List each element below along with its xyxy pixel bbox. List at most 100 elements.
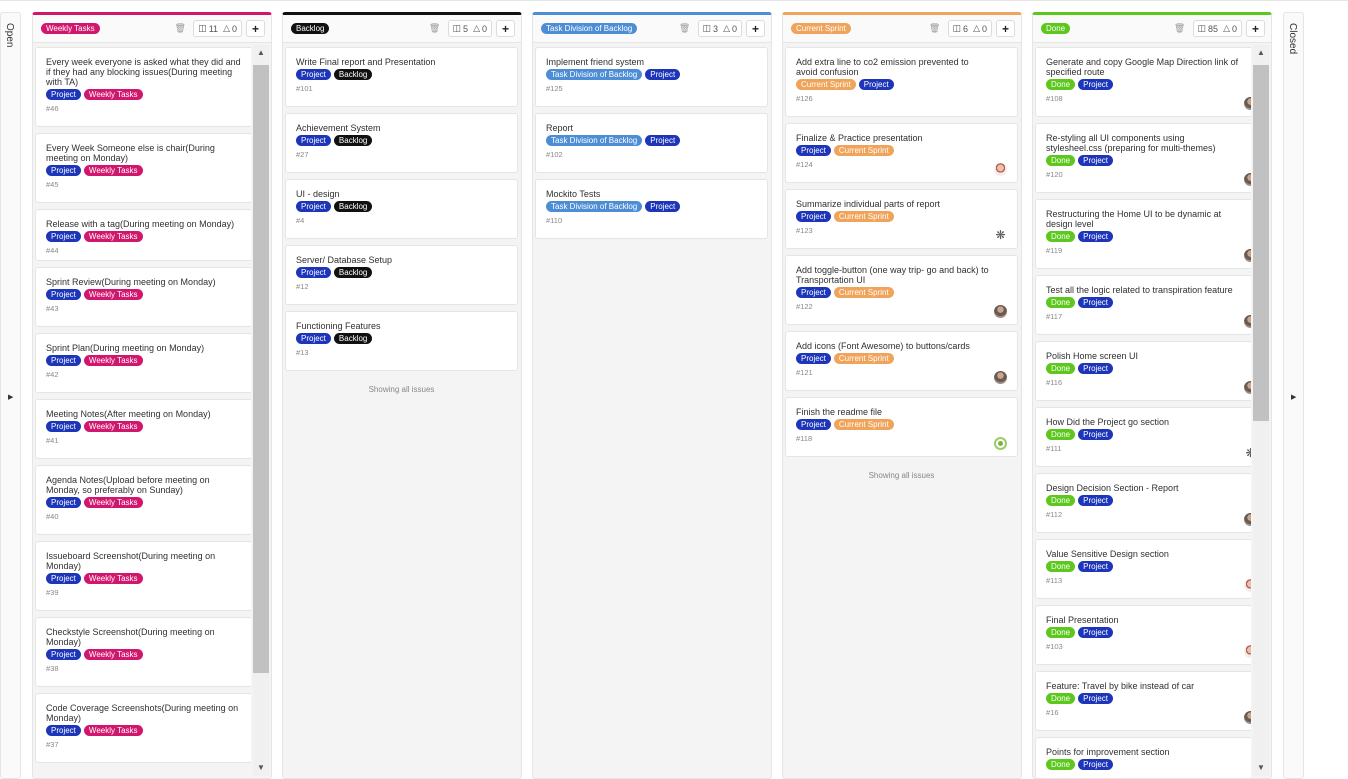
issue-title[interactable]: Write Final report and Presentation — [296, 57, 492, 67]
add-issue-button[interactable]: + — [746, 20, 765, 37]
issue-label[interactable]: Weekly Tasks — [83, 497, 143, 508]
issue-label[interactable]: Project — [1078, 297, 1114, 308]
issue-label[interactable]: Done — [1046, 561, 1076, 572]
issue-title[interactable]: Implement friend system — [546, 57, 742, 67]
issue-card[interactable]: Add extra line to co2 emission prevented… — [785, 47, 1018, 117]
issue-card[interactable]: Meeting Notes(After meeting on Monday) P… — [35, 399, 251, 459]
list-label[interactable]: Weekly Tasks — [41, 23, 100, 34]
issue-card[interactable]: Restructuring the Home UI to be dynamic … — [1035, 199, 1251, 269]
issue-card[interactable]: Add icons (Font Awesome) to buttons/card… — [785, 331, 1018, 391]
issue-label[interactable]: Task Division of Backlog — [546, 69, 643, 80]
issue-label[interactable]: Project — [296, 69, 331, 80]
issue-card[interactable]: Generate and copy Google Map Direction l… — [1035, 47, 1251, 117]
issue-label[interactable]: Project — [46, 649, 81, 660]
issue-card[interactable]: Write Final report and Presentation Proj… — [285, 47, 518, 107]
assignee-avatar[interactable] — [1244, 173, 1251, 186]
closed-list-collapsed[interactable]: Closed ▶ — [1283, 12, 1304, 779]
issue-card[interactable]: Release with a tag(During meeting on Mon… — [35, 209, 251, 261]
scroll-down-icon[interactable]: ▼ — [257, 763, 265, 772]
issue-label[interactable]: Project — [1078, 79, 1114, 90]
issue-card[interactable]: Value Sensitive Design section Done Proje… — [1035, 539, 1251, 599]
assignee-avatar[interactable]: ❋ — [994, 229, 1007, 242]
delete-list-icon[interactable]: 🗑 — [1174, 23, 1185, 34]
issue-card[interactable]: Re-styling all UI components using style… — [1035, 123, 1251, 193]
issue-card[interactable]: Report Task Division of Backlog Project #… — [535, 113, 768, 173]
issue-label[interactable]: Project — [46, 497, 81, 508]
assignee-avatar[interactable] — [1244, 249, 1251, 262]
scroll-up-icon[interactable]: ▲ — [257, 48, 265, 57]
issue-title[interactable]: Agenda Notes(Upload before meeting on Mo… — [46, 475, 242, 495]
assignee-avatar[interactable] — [1244, 315, 1251, 328]
issue-label[interactable]: Project — [796, 211, 831, 222]
scroll-up-icon[interactable]: ▲ — [1257, 48, 1265, 57]
issue-title[interactable]: Achievement System — [296, 123, 492, 133]
issue-label[interactable]: Project — [1078, 363, 1114, 374]
issue-title[interactable]: Server/ Database Setup — [296, 255, 492, 265]
issue-label[interactable]: Project — [645, 69, 681, 80]
assignee-avatar[interactable] — [994, 163, 1007, 176]
assignee-avatar[interactable] — [1244, 645, 1251, 658]
issue-label[interactable]: Project — [1078, 495, 1114, 506]
issue-label[interactable]: Done — [1046, 759, 1076, 770]
issue-title[interactable]: Test all the logic related to transpirat… — [1046, 285, 1242, 295]
issue-label[interactable]: Project — [796, 353, 831, 364]
scrollbar-thumb[interactable] — [253, 65, 269, 673]
issue-card[interactable]: Code Coverage Screenshots(During meeting… — [35, 693, 251, 763]
issue-card[interactable]: Implement friend system Task Division of… — [535, 47, 768, 107]
expand-closed-icon[interactable]: ▶ — [1291, 393, 1296, 401]
issue-label[interactable]: Project — [796, 145, 831, 156]
issue-title[interactable]: Sprint Review(During meeting on Monday) — [46, 277, 242, 287]
scroll-down-icon[interactable]: ▼ — [1257, 763, 1265, 772]
issue-title[interactable]: Functioning Features — [296, 321, 492, 331]
issue-label[interactable]: Weekly Tasks — [83, 231, 143, 242]
list-label[interactable]: Task Division of Backlog — [541, 23, 638, 34]
issue-label[interactable]: Backlog — [333, 333, 373, 344]
issue-label[interactable]: Weekly Tasks — [83, 649, 143, 660]
issue-label[interactable]: Project — [1078, 561, 1114, 572]
issue-label[interactable]: Done — [1046, 297, 1076, 308]
issue-card[interactable]: Summarize individual parts of report Pro… — [785, 189, 1018, 249]
issue-title[interactable]: Mockito Tests — [546, 189, 742, 199]
issue-label[interactable]: Done — [1046, 155, 1076, 166]
issue-card[interactable]: Add toggle-button (one way trip- go and … — [785, 255, 1018, 325]
add-issue-button[interactable]: + — [996, 20, 1015, 37]
issue-card[interactable]: Feature: Travel by bike instead of car D… — [1035, 671, 1251, 731]
expand-open-icon[interactable]: ▶ — [8, 393, 13, 401]
issue-label[interactable]: Project — [1078, 693, 1114, 704]
assignee-avatar[interactable]: ❋ — [1244, 447, 1251, 460]
issue-title[interactable]: Add toggle-button (one way trip- go and … — [796, 265, 992, 285]
issue-card[interactable]: Sprint Review(During meeting on Monday) … — [35, 267, 251, 327]
list-label[interactable]: Backlog — [291, 23, 330, 34]
issue-title[interactable]: Every week everyone is asked what they d… — [46, 57, 242, 87]
issue-label[interactable]: Project — [796, 419, 831, 430]
issue-label[interactable]: Project — [46, 231, 81, 242]
open-list-collapsed[interactable]: Open ▶ — [0, 12, 21, 779]
issue-label[interactable]: Task Division of Backlog — [546, 201, 643, 212]
issue-label[interactable]: Done — [1046, 495, 1076, 506]
assignee-avatar[interactable] — [1244, 711, 1251, 724]
issue-title[interactable]: Points for improvement section — [1046, 747, 1242, 757]
issue-card[interactable]: Mockito Tests Task Division of Backlog Pr… — [535, 179, 768, 239]
issue-card[interactable]: Design Decision Section - Report Done Pro… — [1035, 473, 1251, 533]
issue-title[interactable]: Generate and copy Google Map Direction l… — [1046, 57, 1242, 77]
issue-card[interactable]: Every week everyone is asked what they d… — [35, 47, 251, 127]
issue-label[interactable]: Current Sprint — [833, 353, 894, 364]
issue-label[interactable]: Project — [796, 287, 831, 298]
issue-label[interactable]: Weekly Tasks — [83, 289, 143, 300]
issue-title[interactable]: UI - design — [296, 189, 492, 199]
assignee-avatar[interactable] — [994, 305, 1007, 318]
issue-label[interactable]: Project — [645, 135, 681, 146]
delete-list-icon[interactable]: 🗑 — [929, 23, 940, 34]
issue-card[interactable]: Checkstyle Screenshot(During meeting on … — [35, 617, 251, 687]
issue-label[interactable]: Backlog — [333, 267, 373, 278]
add-issue-button[interactable]: + — [1246, 20, 1265, 37]
issue-title[interactable]: Add icons (Font Awesome) to buttons/card… — [796, 341, 992, 351]
issue-title[interactable]: Checkstyle Screenshot(During meeting on … — [46, 627, 242, 647]
assignee-avatar[interactable] — [1244, 579, 1251, 592]
issue-card[interactable]: Test all the logic related to transpirat… — [1035, 275, 1251, 335]
issue-label[interactable]: Project — [46, 355, 81, 366]
issue-label[interactable]: Weekly Tasks — [83, 89, 143, 100]
issue-card[interactable]: Server/ Database Setup Project Backlog #1… — [285, 245, 518, 305]
issue-label[interactable]: Project — [46, 725, 81, 736]
issue-title[interactable]: Re-styling all UI components using style… — [1046, 133, 1242, 153]
